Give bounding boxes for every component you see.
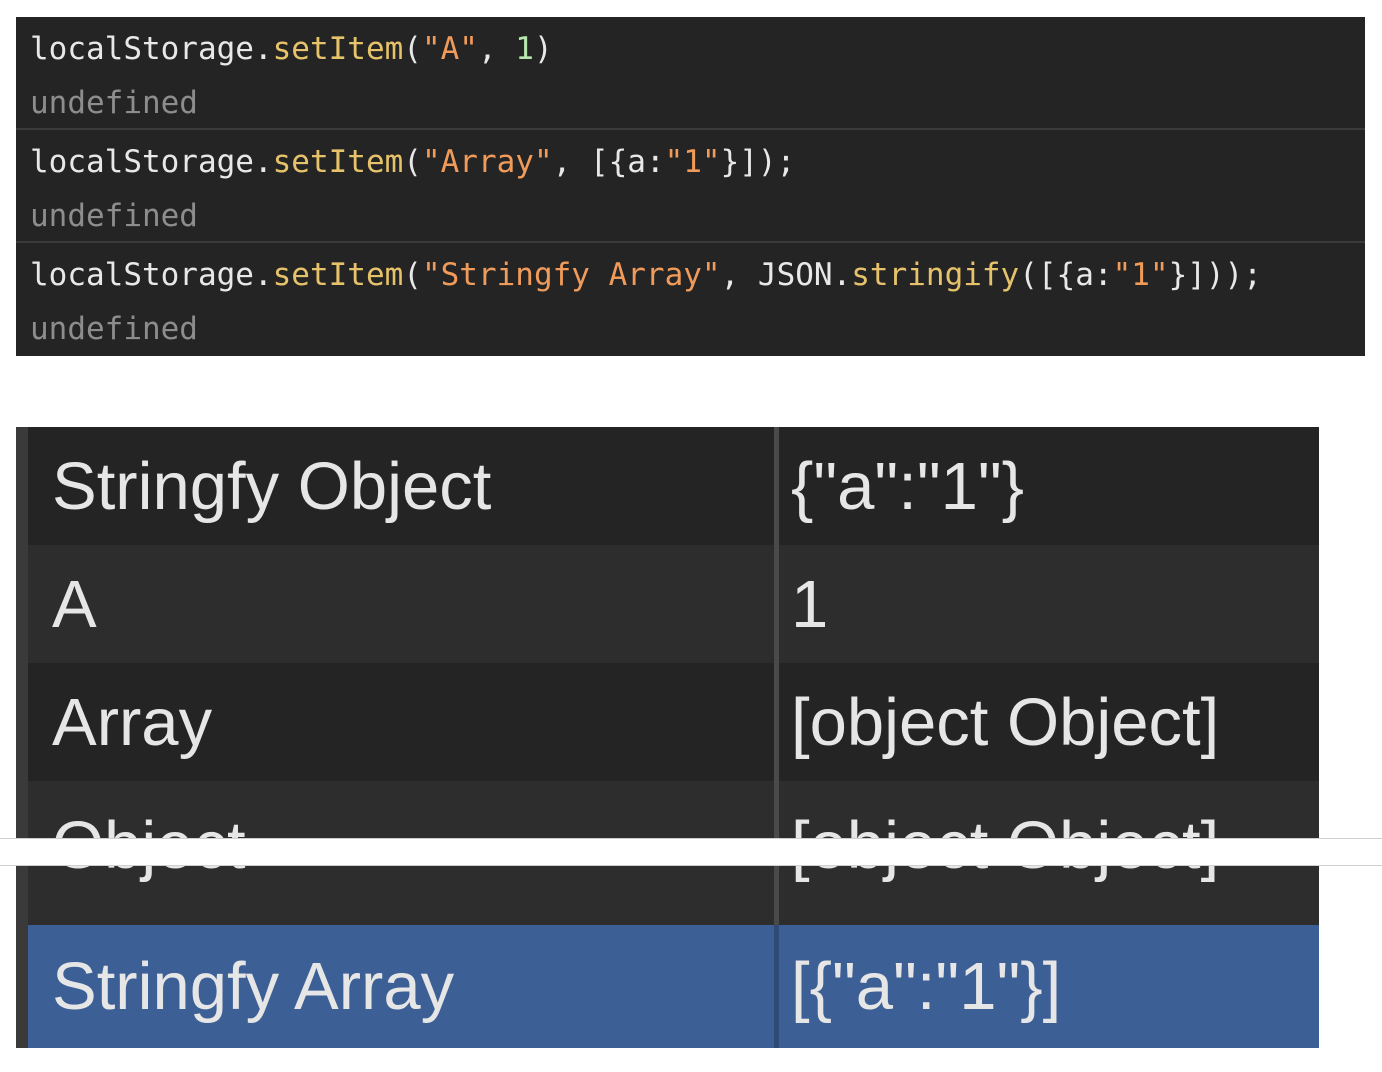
code-token-method: setItem [272,31,404,67]
code-token-method: setItem [272,257,404,293]
console-entry: localStorage.setItem("Stringfy Array", J… [16,243,1365,356]
code-token-plain: , JSON. [720,257,852,293]
code-token-plain: localStorage. [30,257,273,293]
code-token-plain: }]); [720,144,796,180]
code-token-number: 1 [515,31,534,67]
code-token-plain: , [{a: [552,144,665,180]
code-token-plain: }])); [1168,257,1262,293]
local-storage-table: Stringfy Object {"a":"1"} A 1 Array [obj… [16,427,1319,1048]
code-token-string: "1" [1112,257,1169,293]
console-result: undefined [30,85,198,121]
code-token-method: stringify [851,257,1020,293]
code-token-plain: localStorage. [30,144,273,180]
console-result: undefined [30,311,198,347]
console-input-line[interactable]: localStorage.setItem("Array", [{a:"1"}])… [30,144,795,180]
table-row[interactable]: Stringfy Object {"a":"1"} [28,427,1319,545]
code-token-plain: ( [403,31,422,67]
storage-key-cell: Stringfy Object [52,448,492,524]
code-token-plain: , [477,31,516,67]
table-row-selected[interactable]: Stringfy Array [{"a":"1"}] [28,925,1319,1048]
code-token-plain: ( [403,257,422,293]
storage-key-cell: Array [52,684,213,760]
column-divider[interactable] [774,427,779,545]
code-token-plain: ( [403,144,422,180]
column-divider[interactable] [774,663,779,781]
console-entry: localStorage.setItem("A", 1) undefined [16,17,1365,130]
code-token-string: "Array" [421,144,553,180]
column-divider[interactable] [774,925,779,1048]
code-token-string: "A" [421,31,478,67]
code-token-plain: localStorage. [30,31,273,67]
storage-key-cell: A [52,566,97,642]
console-entry: localStorage.setItem("Array", [{a:"1"}])… [16,130,1365,243]
table-left-border [16,427,28,1048]
table-row[interactable]: A 1 [28,545,1319,663]
storage-value-cell: 1 [791,566,829,642]
code-token-method: setItem [272,144,404,180]
code-token-plain: ([{a: [1019,257,1113,293]
code-token-plain: ) [533,31,553,67]
screenshot-seam [0,838,1382,866]
console-result: undefined [30,198,198,234]
storage-value-cell: {"a":"1"} [791,448,1025,524]
column-divider[interactable] [774,545,779,663]
storage-value-cell: [{"a":"1"}] [791,949,1062,1024]
console-input-line[interactable]: localStorage.setItem("Stringfy Array", J… [30,257,1262,293]
storage-key-cell: Stringfy Array [52,949,455,1024]
code-token-string: "1" [664,144,721,180]
code-token-string: "Stringfy Array" [421,257,721,293]
table-row[interactable]: Array [object Object] [28,663,1319,781]
devtools-console: localStorage.setItem("A", 1) undefined l… [16,17,1365,356]
console-input-line[interactable]: localStorage.setItem("A", 1) [30,31,553,67]
storage-value-cell: [object Object] [791,684,1220,760]
